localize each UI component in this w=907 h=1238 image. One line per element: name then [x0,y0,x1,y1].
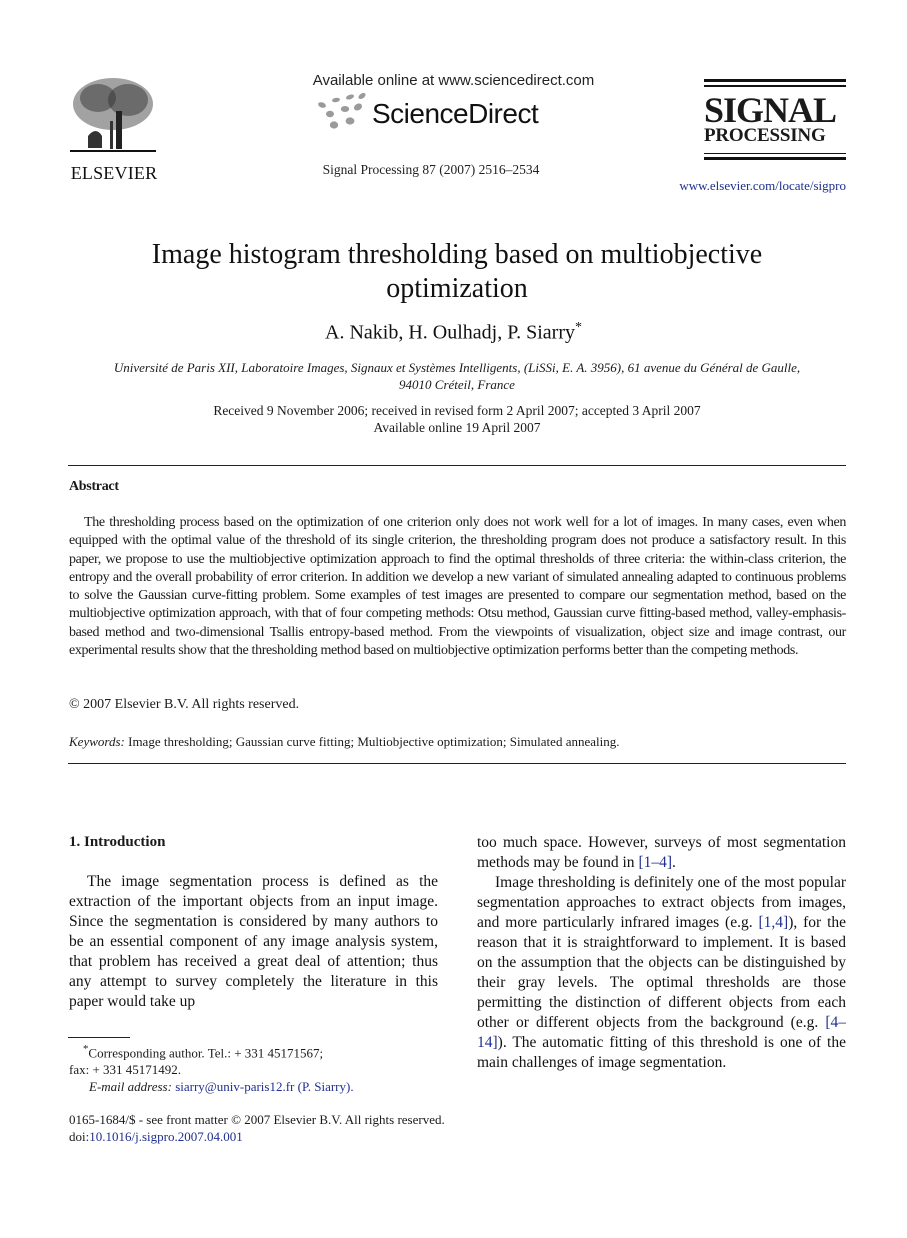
logo-rule [704,79,846,82]
article-history: Received 9 November 2006; received in re… [0,402,907,436]
logo-line-processing: PROCESSING [704,124,826,146]
abstract-heading: Abstract [69,479,119,494]
divider [68,465,846,466]
front-matter: 0165-1684/$ - see front matter © 2007 El… [69,1111,445,1145]
journal-reference: Signal Processing 87 (2007) 2516–2534 [322,162,540,177]
email-label: E-mail address: [89,1079,172,1095]
citation-link[interactable]: [1,4] [758,914,788,931]
author-list: A. Nakib, H. Oulhadj, P. Siarry* [0,320,907,345]
divider [68,763,846,764]
footnote-phone: Corresponding author. Tel.: + 331 451715… [88,1045,324,1061]
keywords-list: Image thresholding; Gaussian curve fitti… [128,734,620,749]
authors-text: A. Nakib, H. Oulhadj, P. Siarry [325,321,575,344]
text-run: . [672,854,676,871]
corresponding-author-mark[interactable]: * [575,320,582,335]
email-link[interactable]: siarry@univ-paris12.fr (P. Siarry). [175,1079,353,1094]
logo-rule [704,157,846,160]
abstract-body: The thresholding process based on the op… [69,514,846,660]
logo-rule [704,152,846,154]
abstract-copyright: © 2007 Elsevier B.V. All rights reserved… [69,697,300,712]
affiliation-line: Université de Paris XII, Laboratoire Ima… [113,360,801,375]
intro-paragraph-continued: too much space. However, surveys of most… [477,833,846,873]
doi-link[interactable]: 10.1016/j.sigpro.2007.04.001 [89,1129,242,1144]
journal-url-link[interactable]: www.elsevier.com/locate/sigpro [600,178,846,194]
text-run: ). The automatic fitting of this thresho… [477,1034,846,1071]
sciencedirect-dots-icon [318,92,366,129]
sciencedirect-logo[interactable]: ScienceDirect [314,92,554,140]
received-dates: Received 9 November 2006; received in re… [213,403,701,418]
article-title: Image histogram thresholding based on mu… [151,239,763,304]
right-column: too much space. However, surveys of most… [477,833,846,1073]
footnote-fax: fax: + 331 45171492. [69,1062,182,1078]
affiliation: Université de Paris XII, Laboratoire Ima… [70,359,844,393]
available-online-date: Available online 19 April 2007 [373,420,541,435]
affiliation-line: 94010 Créteil, France [399,377,515,392]
logo-line-signal: SIGNAL [704,89,837,130]
sciencedirect-wordmark: ScienceDirect [372,98,539,129]
footnote-rule [68,1037,130,1038]
section-heading-introduction: 1. Introduction [69,834,166,850]
abstract-text: The thresholding process based on the op… [69,515,846,659]
corresponding-author-footnote: *Corresponding author. Tel.: + 331 45171… [69,1041,449,1095]
elsevier-logo: ELSEVIER [68,76,158,183]
issn-line: 0165-1684/$ - see front matter © 2007 El… [69,1112,445,1127]
keywords: Keywords: Image thresholding; Gaussian c… [69,734,619,750]
keywords-label: Keywords: [69,734,125,749]
left-column: The image segmentation process is define… [69,872,438,1012]
intro-paragraph: The image segmentation process is define… [69,873,438,1010]
intro-paragraph: Image thresholding is definitely one of … [477,873,846,1073]
signal-processing-logo: SIGNAL PROCESSING [704,76,846,163]
citation-link[interactable]: [1–4] [638,854,672,871]
doi-label: doi: [69,1129,90,1144]
text-run: ), for the reason that it is straightfor… [477,914,847,1031]
logo-rule [704,85,846,87]
